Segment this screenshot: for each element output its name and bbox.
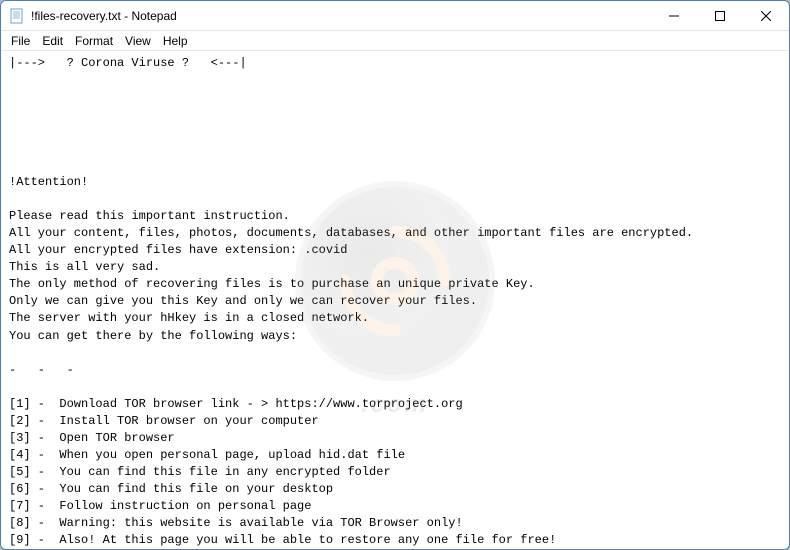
content-area: .com |---> ? Corona Viruse ? <---| !Atte…	[1, 51, 789, 549]
close-button[interactable]	[743, 1, 789, 30]
notepad-icon	[9, 8, 25, 24]
window-title: !files-recovery.txt - Notepad	[31, 9, 651, 23]
menu-view[interactable]: View	[119, 32, 157, 50]
menubar: File Edit Format View Help	[1, 31, 789, 51]
minimize-button[interactable]	[651, 1, 697, 30]
maximize-button[interactable]	[697, 1, 743, 30]
window-controls	[651, 1, 789, 30]
menu-help[interactable]: Help	[157, 32, 194, 50]
text-content[interactable]: |---> ? Corona Viruse ? <---| !Attention…	[1, 51, 789, 549]
notepad-window: !files-recovery.txt - Notepad File Edit …	[0, 0, 790, 550]
menu-file[interactable]: File	[5, 32, 36, 50]
titlebar: !files-recovery.txt - Notepad	[1, 1, 789, 31]
menu-format[interactable]: Format	[69, 32, 119, 50]
menu-edit[interactable]: Edit	[36, 32, 69, 50]
